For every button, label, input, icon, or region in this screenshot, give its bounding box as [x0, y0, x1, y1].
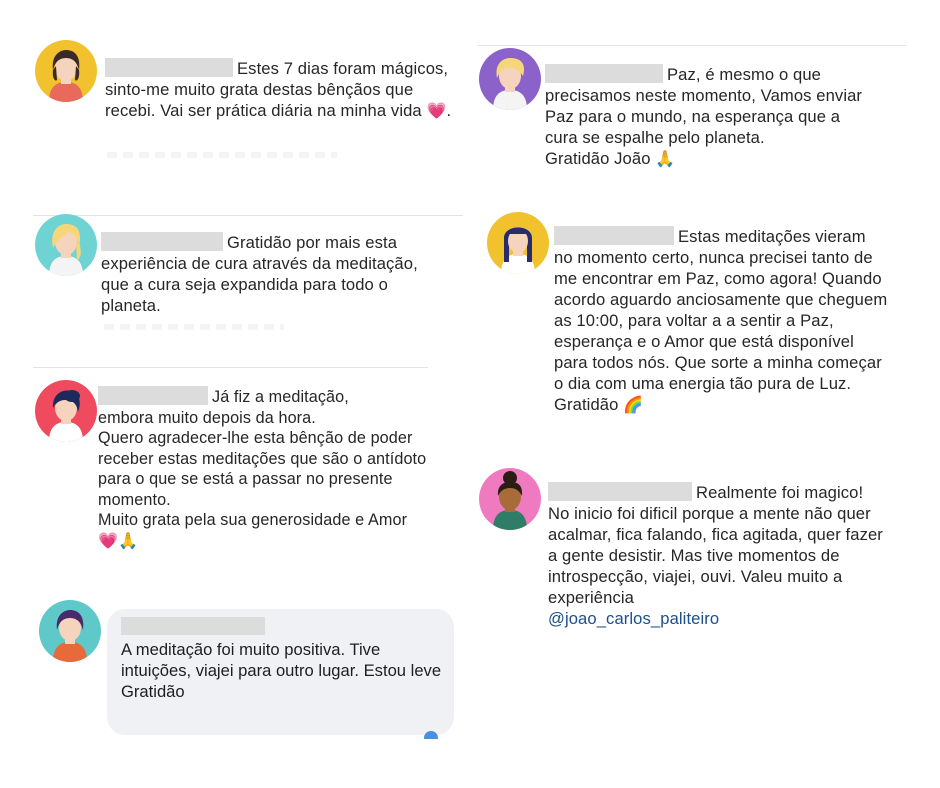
divider-left-2 — [33, 367, 428, 368]
praying-hands-icon: 🙏 — [655, 149, 676, 168]
redacted-username — [121, 617, 265, 635]
avatar[interactable] — [35, 380, 97, 442]
comment-c2: Paz, é mesmo o que precisamos neste mome… — [545, 64, 875, 169]
comment-line: Quero agradecer-lhe esta bênção de poder… — [98, 429, 427, 509]
redacted-username — [105, 58, 233, 77]
rainbow-emoji-icon: 🌈 — [623, 395, 644, 414]
comment-signature: Gratidão João — [545, 149, 656, 168]
avatar[interactable] — [35, 214, 97, 276]
comment-c3: Gratidão por mais esta experiência de cu… — [101, 232, 431, 316]
comment-c6: Realmente foi magico! No inicio foi difi… — [548, 482, 888, 629]
comment-text: Realmente foi magico! No inicio foi difi… — [548, 483, 883, 607]
reaction-icon — [424, 731, 438, 739]
divider-left-1 — [33, 215, 463, 216]
comment-text: Estas meditações vieram no momento certo… — [554, 227, 888, 414]
redacted-username — [98, 386, 208, 405]
comment-text: A meditação foi muito positiva. Tive int… — [121, 640, 442, 680]
comment-c1: Estes 7 dias foram mágicos, sinto-me mui… — [105, 58, 465, 121]
mention-link[interactable]: @joao_carlos_paliteiro — [548, 609, 719, 628]
redacted-username — [548, 482, 692, 501]
comment-bubble: A meditação foi muito positiva. Tive int… — [107, 609, 454, 735]
comment-c5: Já fiz a meditação, embora muito depois … — [98, 386, 428, 551]
redacted-username — [101, 232, 223, 251]
user-avatar-icon — [479, 48, 541, 110]
comment-text-end: . — [446, 101, 452, 120]
divider-top-right — [477, 45, 907, 46]
comment-line: Já fiz a meditação, — [212, 388, 349, 406]
user-avatar-icon — [487, 212, 549, 274]
user-avatar-icon — [479, 468, 541, 530]
avatar[interactable] — [487, 212, 549, 274]
comment-signature: Gratidão — [121, 682, 185, 701]
avatar[interactable] — [479, 48, 541, 110]
cutoff-line — [104, 324, 284, 330]
user-avatar-icon — [35, 380, 97, 442]
redacted-username — [545, 64, 663, 83]
user-avatar-icon — [35, 40, 97, 102]
avatar[interactable] — [39, 600, 101, 662]
heart-hands-emoji-icon: 💗🙏 — [98, 530, 139, 550]
avatar[interactable] — [479, 468, 541, 530]
avatar[interactable] — [35, 40, 97, 102]
comment-line: embora muito depois da hora. — [98, 408, 316, 427]
comment-line: Muito grata pela sua generosidade e Amor — [98, 511, 408, 529]
redacted-username — [554, 226, 674, 245]
comment-c7: A meditação foi muito positiva. Tive int… — [121, 639, 451, 702]
user-avatar-icon — [35, 214, 97, 276]
cutoff-line — [107, 152, 337, 158]
heart-emoji-icon: 💗 — [426, 101, 447, 120]
user-avatar-icon — [39, 600, 101, 662]
comment-c4: Estas meditações vieram no momento certo… — [554, 226, 889, 415]
